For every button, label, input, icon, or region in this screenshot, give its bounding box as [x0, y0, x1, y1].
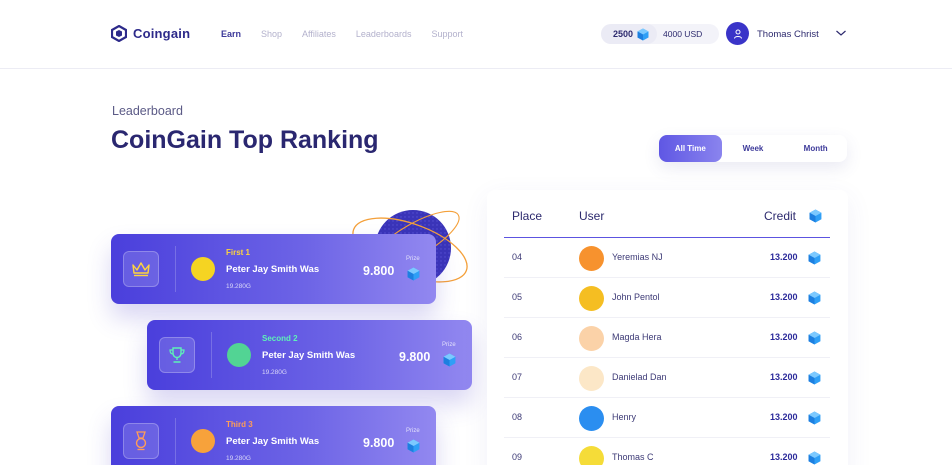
divider: [175, 246, 176, 292]
rank-label: First 1: [226, 248, 251, 257]
row-user: Yeremias NJ: [612, 252, 663, 262]
nav-affiliates[interactable]: Affiliates: [302, 29, 336, 39]
prize-label: Prize: [406, 256, 420, 262]
crown-icon: [132, 262, 150, 277]
row-credit: 13.200: [770, 412, 798, 422]
row-user: Danielad Dan: [612, 372, 667, 382]
row-user: Thomas C: [612, 452, 654, 462]
header-place[interactable]: Place: [512, 209, 542, 223]
row-user: Magda Hera: [612, 332, 662, 342]
gem-icon: [443, 353, 456, 367]
prize-value: 9.800: [363, 264, 395, 278]
header-credit[interactable]: Credit: [764, 209, 796, 223]
row-place: 04: [512, 252, 523, 262]
player-name: Peter Jay Smith Was: [226, 264, 320, 275]
ranking-table: Place User Credit 04 Yeremias NJ 13.200 …: [487, 190, 848, 465]
avatar: [579, 286, 604, 311]
gem-icon: [407, 439, 420, 453]
player-name: Peter Jay Smith Was: [226, 436, 320, 447]
avatar: [191, 429, 215, 453]
gem-icon: [808, 411, 821, 425]
page-title: CoinGain Top Ranking: [111, 126, 379, 154]
rank-badge: [123, 423, 159, 459]
player-name: Peter Jay Smith Was: [262, 350, 356, 361]
chevron-down-icon[interactable]: [835, 28, 847, 38]
gem-icon: [808, 371, 821, 385]
table-row[interactable]: 09 Thomas C 13.200: [504, 438, 830, 465]
row-user: John Pentol: [612, 292, 660, 302]
avatar: [579, 326, 604, 351]
filter-week[interactable]: Week: [722, 135, 785, 162]
table-row[interactable]: 05 John Pentol 13.200: [504, 278, 830, 318]
rank-label: Second 2: [262, 334, 298, 343]
prize-label: Prize: [442, 342, 456, 348]
header-user[interactable]: User: [579, 209, 604, 223]
rank-badge: [123, 251, 159, 287]
row-credit: 13.200: [770, 332, 798, 342]
player-points: 19.280G: [226, 455, 251, 462]
row-place: 05: [512, 292, 523, 302]
cube-logo-icon: [111, 25, 127, 42]
table-row[interactable]: 07 Danielad Dan 13.200: [504, 358, 830, 398]
avatar: [191, 257, 215, 281]
filter-month[interactable]: Month: [784, 135, 847, 162]
nav-support[interactable]: Support: [431, 29, 463, 39]
avatar: [579, 366, 604, 391]
balance-pill[interactable]: 2500 4000 USD: [601, 24, 719, 44]
gem-icon: [808, 251, 821, 265]
row-user: Henry: [612, 412, 637, 422]
avatar: [579, 246, 604, 271]
filter-all-time[interactable]: All Time: [659, 135, 722, 162]
gem-icon: [808, 451, 821, 465]
rank-label: Third 3: [226, 420, 253, 429]
player-points: 19.280G: [262, 369, 287, 376]
table-row[interactable]: 08 Henry 13.200: [504, 398, 830, 438]
podium-card-first[interactable]: First 1 Peter Jay Smith Was 19.280G 9.80…: [111, 234, 436, 304]
row-credit: 13.200: [770, 452, 798, 462]
row-place: 09: [512, 452, 523, 462]
table-row[interactable]: 04 Yeremias NJ 13.200: [504, 238, 830, 278]
gem-icon: [808, 331, 821, 345]
nav-leaderboards[interactable]: Leaderboards: [356, 29, 412, 39]
medal-icon: [135, 431, 147, 451]
prize-value: 9.800: [363, 436, 395, 450]
time-filter: All Time Week Month: [659, 135, 847, 162]
nav-earn[interactable]: Earn: [221, 29, 241, 39]
usd-balance: 4000 USD: [663, 29, 703, 39]
divider: [211, 332, 212, 378]
prize-label: Prize: [406, 428, 420, 434]
nav-shop[interactable]: Shop: [261, 29, 282, 39]
logo-text: Coingain: [133, 26, 191, 41]
gem-icon: [407, 267, 420, 281]
user-icon: [733, 29, 742, 39]
row-credit: 13.200: [770, 252, 798, 262]
player-points: 19.280G: [226, 283, 251, 290]
divider: [175, 418, 176, 464]
table-row[interactable]: 06 Magda Hera 13.200: [504, 318, 830, 358]
gem-icon: [809, 209, 822, 223]
user-name[interactable]: Thomas Christ: [757, 29, 819, 40]
credit-balance-value: 2500: [613, 29, 634, 39]
row-place: 07: [512, 372, 523, 382]
podium-card-third[interactable]: Third 3 Peter Jay Smith Was 19.280G 9.80…: [111, 406, 436, 465]
avatar: [579, 446, 604, 465]
user-avatar[interactable]: [726, 22, 749, 45]
podium-card-second[interactable]: Second 2 Peter Jay Smith Was 19.280G 9.8…: [147, 320, 472, 390]
avatar: [579, 406, 604, 431]
row-place: 08: [512, 412, 523, 422]
row-credit: 13.200: [770, 372, 798, 382]
row-place: 06: [512, 332, 523, 342]
trophy-icon: [169, 347, 185, 363]
row-credit: 13.200: [770, 292, 798, 302]
gem-icon: [808, 291, 821, 305]
credit-balance: 2500: [601, 24, 658, 44]
prize-value: 9.800: [399, 350, 431, 364]
main-nav: Earn Shop Affiliates Leaderboards Suppor…: [221, 29, 483, 39]
avatar: [227, 343, 251, 367]
section-eyebrow: Leaderboard: [112, 104, 183, 118]
top-header: Coingain Earn Shop Affiliates Leaderboar…: [0, 0, 952, 69]
gem-icon: [637, 28, 649, 40]
logo[interactable]: Coingain: [111, 25, 190, 42]
rank-badge: [159, 337, 195, 373]
